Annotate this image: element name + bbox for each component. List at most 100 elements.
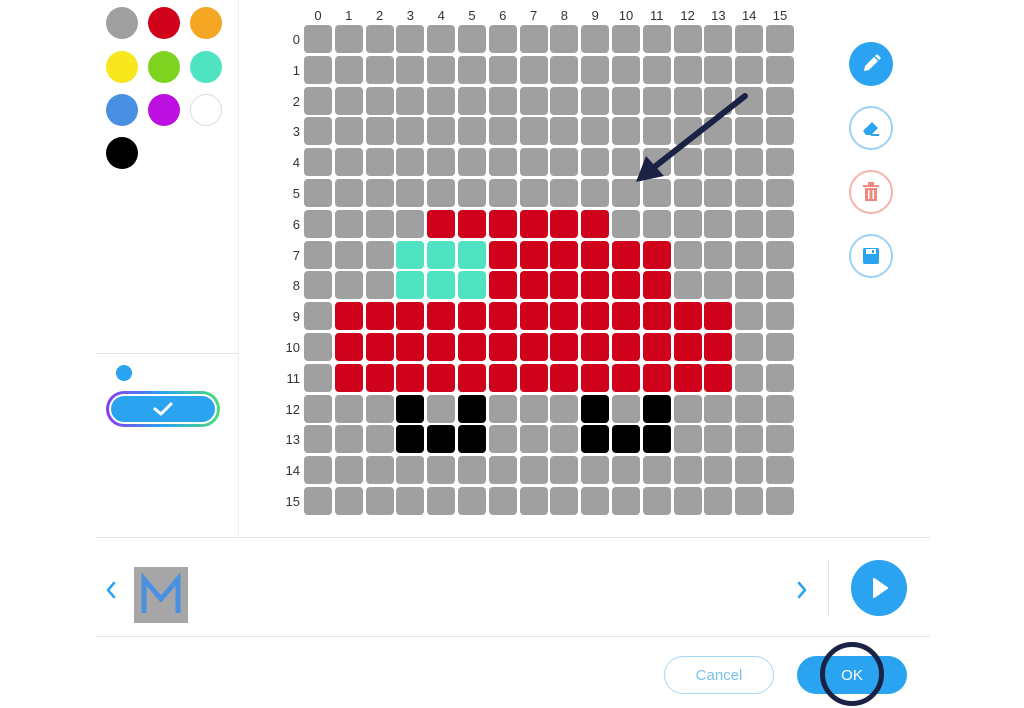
pixel-cell[interactable] — [396, 25, 425, 53]
pixel-cell[interactable] — [458, 456, 486, 485]
pixel-cell[interactable] — [396, 117, 425, 146]
pixel-cell[interactable] — [304, 456, 332, 485]
pixel-cell[interactable] — [581, 302, 610, 331]
pixel-cell[interactable] — [673, 271, 702, 300]
pixel-cell[interactable] — [488, 86, 517, 115]
pixel-cell[interactable] — [334, 179, 363, 207]
pixel-cell[interactable] — [365, 86, 394, 115]
pixel-cell[interactable] — [488, 394, 517, 423]
pixel-cell[interactable] — [735, 487, 764, 515]
pixel-cell[interactable] — [304, 363, 332, 392]
pixel-cell[interactable] — [304, 209, 332, 238]
pixel-cell[interactable] — [766, 363, 794, 392]
pixel-cell[interactable] — [612, 456, 640, 485]
pixel-cell[interactable] — [519, 363, 548, 392]
pixel-cell[interactable] — [334, 25, 363, 53]
pixel-cell[interactable] — [488, 209, 517, 238]
pixel-cell[interactable] — [612, 240, 640, 269]
pixel-cell[interactable] — [488, 363, 517, 392]
pixel-cell[interactable] — [458, 302, 486, 331]
pixel-cell[interactable] — [704, 148, 733, 177]
pixel-cell[interactable] — [581, 487, 610, 515]
pixel-cell[interactable] — [550, 394, 579, 423]
pixel-cell[interactable] — [519, 333, 548, 361]
pixel-cell[interactable] — [642, 456, 671, 485]
pixel-cell[interactable] — [488, 117, 517, 146]
pixel-cell[interactable] — [550, 240, 579, 269]
pixel-cell[interactable] — [365, 456, 394, 485]
pixel-cell[interactable] — [365, 209, 394, 238]
pixel-cell[interactable] — [612, 425, 640, 454]
pixel-cell[interactable] — [519, 117, 548, 146]
cancel-button[interactable]: Cancel — [664, 656, 774, 694]
pixel-cell[interactable] — [334, 209, 363, 238]
pixel-cell[interactable] — [581, 425, 610, 454]
pixel-cell[interactable] — [304, 487, 332, 515]
pixel-cell[interactable] — [735, 25, 764, 53]
pixel-cell[interactable] — [365, 117, 394, 146]
pixel-cell[interactable] — [427, 209, 456, 238]
pixel-cell[interactable] — [427, 425, 456, 454]
pixel-cell[interactable] — [304, 333, 332, 361]
color-swatch-blue[interactable] — [106, 94, 138, 126]
pixel-cell[interactable] — [365, 25, 394, 53]
pixel-cell[interactable] — [550, 302, 579, 331]
pixel-cell[interactable] — [365, 148, 394, 177]
pixel-cell[interactable] — [704, 363, 733, 392]
pixel-cell[interactable] — [642, 487, 671, 515]
pixel-cell[interactable] — [396, 240, 425, 269]
pixel-cell[interactable] — [581, 209, 610, 238]
pixel-cell[interactable] — [581, 148, 610, 177]
pixel-cell[interactable] — [427, 363, 456, 392]
pixel-cell[interactable] — [704, 25, 733, 53]
color-swatch-teal[interactable] — [190, 51, 222, 83]
pixel-cell[interactable] — [735, 209, 764, 238]
pixel-cell[interactable] — [334, 487, 363, 515]
pixel-cell[interactable] — [427, 487, 456, 515]
pixel-cell[interactable] — [673, 240, 702, 269]
pixel-cell[interactable] — [458, 25, 486, 53]
pixel-cell[interactable] — [735, 394, 764, 423]
pixel-cell[interactable] — [396, 333, 425, 361]
pixel-cell[interactable] — [704, 333, 733, 361]
pixel-cell[interactable] — [550, 487, 579, 515]
pixel-cell[interactable] — [334, 86, 363, 115]
pixel-cell[interactable] — [488, 55, 517, 84]
pixel-cell[interactable] — [488, 425, 517, 454]
pixel-cell[interactable] — [550, 456, 579, 485]
pixel-cell[interactable] — [458, 394, 486, 423]
pixel-cell[interactable] — [581, 456, 610, 485]
play-button[interactable] — [851, 560, 907, 616]
clear-tool-button[interactable] — [849, 170, 893, 214]
pixel-cell[interactable] — [550, 209, 579, 238]
pixel-cell[interactable] — [642, 179, 671, 207]
pixel-cell[interactable] — [642, 425, 671, 454]
pixel-cell[interactable] — [365, 302, 394, 331]
pixel-cell[interactable] — [488, 333, 517, 361]
color-swatch-black[interactable] — [106, 137, 138, 169]
pixel-cell[interactable] — [704, 240, 733, 269]
pixel-cell[interactable] — [365, 240, 394, 269]
pixel-cell[interactable] — [334, 55, 363, 84]
pixel-cell[interactable] — [334, 333, 363, 361]
pixel-cell[interactable] — [488, 456, 517, 485]
pixel-cell[interactable] — [704, 271, 733, 300]
pixel-cell[interactable] — [488, 487, 517, 515]
pixel-cell[interactable] — [735, 55, 764, 84]
pixel-cell[interactable] — [304, 117, 332, 146]
pixel-cell[interactable] — [581, 271, 610, 300]
pixel-cell[interactable] — [519, 302, 548, 331]
pixel-cell[interactable] — [304, 148, 332, 177]
pixel-cell[interactable] — [673, 394, 702, 423]
pixel-cell[interactable] — [519, 148, 548, 177]
pixel-cell[interactable] — [735, 425, 764, 454]
color-swatch-green[interactable] — [148, 51, 180, 83]
save-tool-button[interactable] — [849, 234, 893, 278]
pixel-cell[interactable] — [735, 179, 764, 207]
pixel-cell[interactable] — [427, 86, 456, 115]
pixel-cell[interactable] — [642, 86, 671, 115]
pixel-cell[interactable] — [550, 86, 579, 115]
pixel-cell[interactable] — [642, 394, 671, 423]
pixel-cell[interactable] — [334, 302, 363, 331]
color-swatch-orange[interactable] — [190, 7, 222, 39]
